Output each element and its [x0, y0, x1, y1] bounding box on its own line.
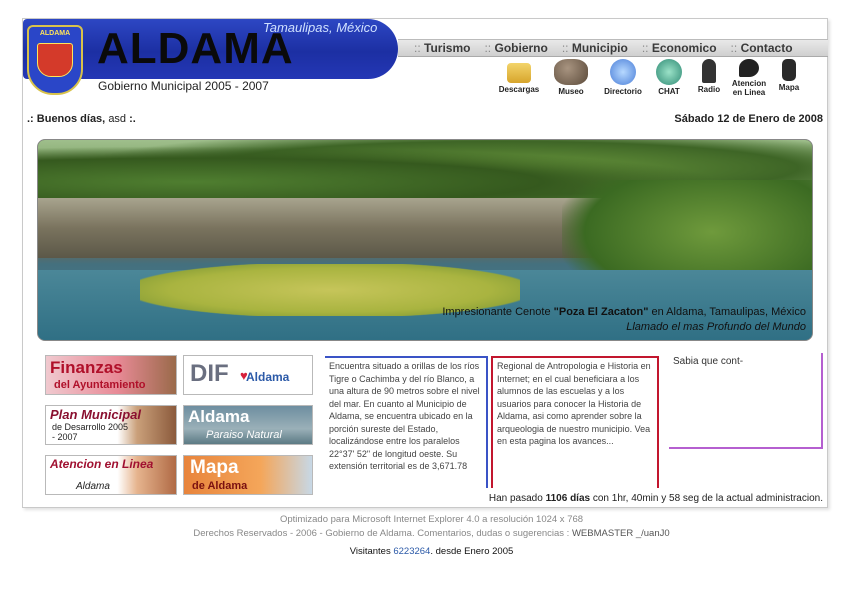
site-subtitle: Gobierno Municipal 2005 - 2007	[98, 79, 269, 93]
chat-button[interactable]: CHAT	[649, 59, 689, 97]
phone-icon	[610, 59, 636, 85]
username: asd	[108, 113, 127, 125]
mapa-button[interactable]: Mapa	[769, 59, 809, 97]
page-frame: ALDAMA Tamaulipas, México ALDAMA Gobiern…	[22, 18, 828, 508]
nav-turismo[interactable]: Turismo	[414, 41, 470, 55]
descargas-button[interactable]: Descargas	[493, 59, 545, 97]
plan-desarrollo-banner[interactable]: Plan Municipal de Desarrollo 2005 - 2007	[45, 405, 177, 445]
hero-image: Impresionante Cenote "Poza El Zacaton" e…	[37, 139, 813, 341]
footer-optimized: Optimizado para Microsoft Internet Explo…	[279, 514, 584, 525]
webmaster-link[interactable]: WEBMASTER _/uanJ0	[572, 528, 670, 539]
footer-rights: Derechos Reservados - 2006 - Gobierno de…	[193, 528, 670, 539]
radio-button[interactable]: Radio	[689, 59, 729, 97]
hero-caption-2: Llamado el mas Profundo del Mundo	[626, 321, 806, 333]
nav-gobierno[interactable]: Gobierno	[484, 41, 547, 55]
folder-icon	[507, 63, 531, 83]
guitar-icon	[702, 59, 716, 83]
atencion-button[interactable]: Atencion en Linea	[729, 59, 769, 97]
visit-count: 6223264	[393, 546, 431, 557]
chat-icon	[656, 59, 682, 85]
info-column-geography: Encuentra situado a orillas de los ríos …	[325, 356, 488, 488]
nav-contacto[interactable]: Contacto	[731, 41, 793, 55]
top-nav: Turismo Gobierno Municipio Economico Con…	[398, 39, 828, 57]
site-title[interactable]: ALDAMA	[97, 27, 294, 71]
finanzas-banner[interactable]: Finanzas del Ayuntamiento	[45, 355, 177, 395]
info-column-sabias: Sabia que cont-	[669, 353, 823, 449]
paraiso-natural-banner[interactable]: Aldama Paraiso Natural	[183, 405, 313, 445]
current-date: Sábado 12 de Enero de 2008	[674, 113, 823, 125]
map-icon	[782, 59, 796, 81]
directorio-button[interactable]: Directorio	[597, 59, 649, 97]
municipal-seal-icon: ALDAMA	[27, 25, 83, 95]
nav-economico[interactable]: Economico	[642, 41, 717, 55]
greeting: .: Buenos días, asd :.	[27, 113, 136, 125]
admin-elapsed: Han pasado 1106 días con 1hr, 40min y 58…	[488, 493, 823, 504]
mapa-banner[interactable]: Mapa de Aldama	[183, 455, 313, 495]
quick-icons: Descargas Museo Directorio CHAT Radio At…	[493, 59, 809, 97]
nav-municipio[interactable]: Municipio	[562, 41, 628, 55]
dif-banner[interactable]: DIF ♥ Aldama	[183, 355, 313, 395]
info-column-history[interactable]: Regional de Antropologia e Historia en I…	[491, 356, 659, 488]
museo-button[interactable]: Museo	[545, 59, 597, 97]
stone-icon	[554, 59, 588, 85]
speech-icon	[739, 59, 759, 77]
visit-counter: Visitantes 6223264. desde Enero 2005	[349, 546, 514, 557]
hero-caption: Impresionante Cenote "Poza El Zacaton" e…	[442, 306, 806, 318]
atencion-linea-banner[interactable]: Atencion en Linea Aldama	[45, 455, 177, 495]
